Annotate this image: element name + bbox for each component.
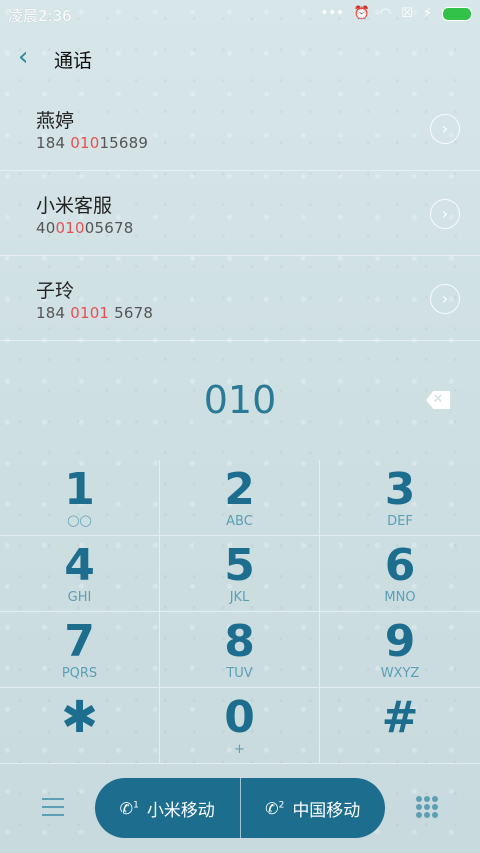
call-sim2-button[interactable]: ✆2 中国移动	[241, 778, 386, 838]
contact-name: 小米客服	[36, 195, 113, 217]
phone-sim1-icon: ✆1	[119, 798, 139, 818]
chevron-right-icon[interactable]: ›	[430, 284, 460, 314]
keypad: 1 ◯◯ 2 ABC 3 DEF 4 GHI 5 JKL 6 MNO 7 PQRS 8 TUV …	[0, 460, 480, 764]
chevron-right-icon[interactable]: ›	[430, 114, 460, 144]
battery-icon	[442, 6, 472, 21]
wifi-icon: ◠	[379, 6, 392, 21]
key-star[interactable]: ✱	[0, 688, 160, 764]
key-5[interactable]: 5 JKL	[160, 536, 320, 612]
phone-sim2-icon: ✆2	[265, 798, 285, 818]
call-sim1-button[interactable]: ✆1 小米移动	[95, 778, 241, 838]
no-sim-icon: ☒	[401, 6, 413, 21]
key-4[interactable]: 4 GHI	[0, 536, 160, 612]
contact-item[interactable]: 小米客服 4001005678 ›	[0, 171, 480, 256]
contact-item[interactable]: 燕婷 184 01015689 ›	[0, 86, 480, 171]
key-0[interactable]: 0 +	[160, 688, 320, 764]
call-sim1-label: 小米移动	[146, 800, 215, 821]
key-1[interactable]: 1 ◯◯	[0, 460, 160, 536]
key-6[interactable]: 6 MNO	[320, 536, 480, 612]
contact-item[interactable]: 子玲 184 0101 5678 ›	[0, 256, 480, 341]
page-title: 通话	[54, 50, 93, 72]
chevron-right-icon[interactable]: ›	[430, 199, 460, 229]
key-2[interactable]: 2 ABC	[160, 460, 320, 536]
contact-number: 184 0101 5678	[36, 304, 154, 322]
dialed-number: 010	[203, 378, 277, 422]
contact-name: 燕婷	[36, 110, 75, 132]
status-icons: ••• ⏰ ◠ ☒ ⚡	[321, 6, 472, 21]
status-time: 凌晨2:36	[8, 7, 72, 25]
key-8[interactable]: 8 TUV	[160, 612, 320, 688]
more-dots-icon: •••	[320, 6, 344, 21]
contact-name: 子玲	[36, 280, 75, 302]
key-3[interactable]: 3 DEF	[320, 460, 480, 536]
contact-number: 184 01015689	[36, 134, 149, 152]
chevron-left-icon[interactable]: ‹	[18, 42, 28, 72]
contact-suggestions: 燕婷 184 01015689 › 小米客服 4001005678 › 子玲 1…	[0, 86, 480, 341]
alarm-icon: ⏰	[353, 6, 370, 21]
key-9[interactable]: 9 WXYZ	[320, 612, 480, 688]
charging-icon: ⚡	[422, 6, 432, 21]
call-buttons: ✆1 小米移动 ✆2 中国移动	[95, 778, 385, 838]
status-bar: 凌晨2:36 ••• ⏰ ◠ ☒ ⚡	[0, 0, 480, 28]
voicemail-icon: ◯◯	[67, 514, 92, 527]
key-7[interactable]: 7 PQRS	[0, 612, 160, 688]
header: ‹ 通话	[0, 40, 480, 80]
call-sim2-label: 中国移动	[292, 800, 361, 821]
menu-icon[interactable]	[42, 798, 64, 816]
contact-number: 4001005678	[36, 219, 134, 237]
bottom-bar: ✆1 小米移动 ✆2 中国移动	[0, 778, 480, 840]
dialpad-icon[interactable]	[416, 796, 438, 818]
key-hash[interactable]: #	[320, 688, 480, 764]
